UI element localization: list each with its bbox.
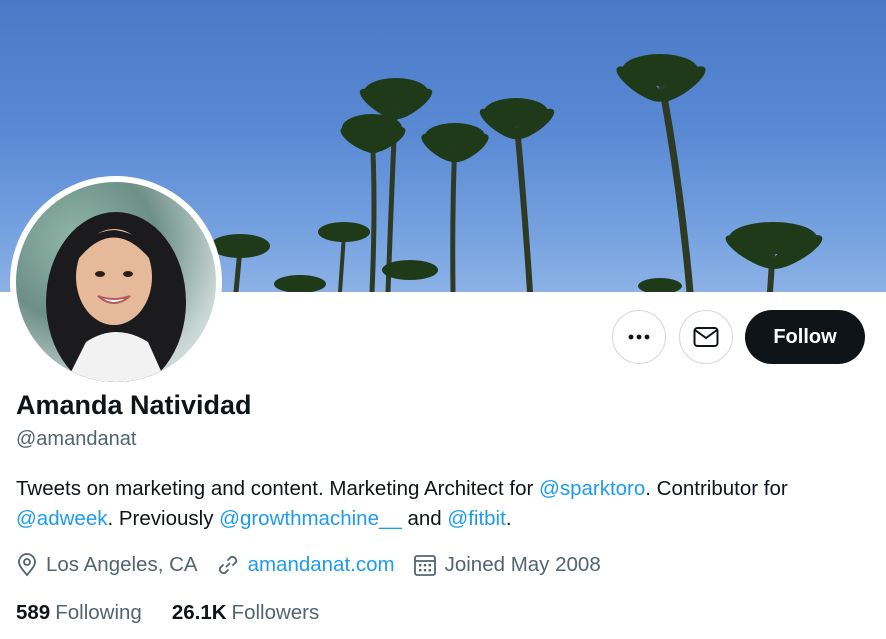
- joined-item: Joined May 2008: [413, 553, 601, 577]
- mention-link-adweek[interactable]: @adweek: [16, 507, 107, 530]
- website-item: amandanat.com: [216, 553, 395, 577]
- profile-name: Amanda Natividad: [16, 390, 252, 420]
- location-item: Los Angeles, CA: [16, 553, 198, 577]
- profile-stats: 589 Following 26.1K Followers: [16, 598, 349, 628]
- calendar-icon: [413, 555, 436, 576]
- mention-link-growthmachine[interactable]: @growthmachine__: [219, 507, 402, 530]
- profile-handle: @amandanat: [16, 428, 137, 450]
- location-text: Los Angeles, CA: [46, 553, 198, 576]
- profile-bio: Tweets on marketing and content. Marketi…: [16, 474, 866, 534]
- more-options-button[interactable]: [612, 310, 666, 364]
- followers-count: 26.1K: [171, 601, 227, 624]
- mention-link-sparktoro[interactable]: @sparktoro: [539, 477, 645, 500]
- bio-text: .: [505, 507, 512, 530]
- followers-label: Followers: [231, 601, 320, 624]
- following-count: 589: [16, 601, 51, 624]
- bio-text: and: [401, 507, 448, 530]
- follow-button[interactable]: Follow: [745, 310, 865, 364]
- avatar-photo: [16, 182, 216, 382]
- bio-text: Tweets on marketing and content. Marketi…: [16, 477, 540, 500]
- location-pin-icon: [18, 553, 36, 577]
- bio-text: . Previously: [107, 507, 220, 530]
- bio-text: . Contributor for: [645, 477, 788, 500]
- message-button[interactable]: [679, 310, 733, 364]
- link-icon: [218, 555, 237, 575]
- followers-stat[interactable]: 26.1K Followers: [172, 601, 319, 625]
- joined-text: Joined May 2008: [444, 553, 601, 576]
- envelope-icon: [693, 327, 719, 347]
- website-link[interactable]: amandanat.com: [248, 553, 395, 577]
- following-label: Following: [55, 601, 142, 624]
- profile-meta: Los Angeles, CA amandanat.com Joined May…: [16, 550, 619, 580]
- mention-link-fitbit[interactable]: @fitbit: [447, 507, 505, 530]
- avatar[interactable]: [10, 176, 222, 388]
- more-dots-icon: [628, 334, 650, 340]
- following-stat[interactable]: 589 Following: [16, 601, 142, 625]
